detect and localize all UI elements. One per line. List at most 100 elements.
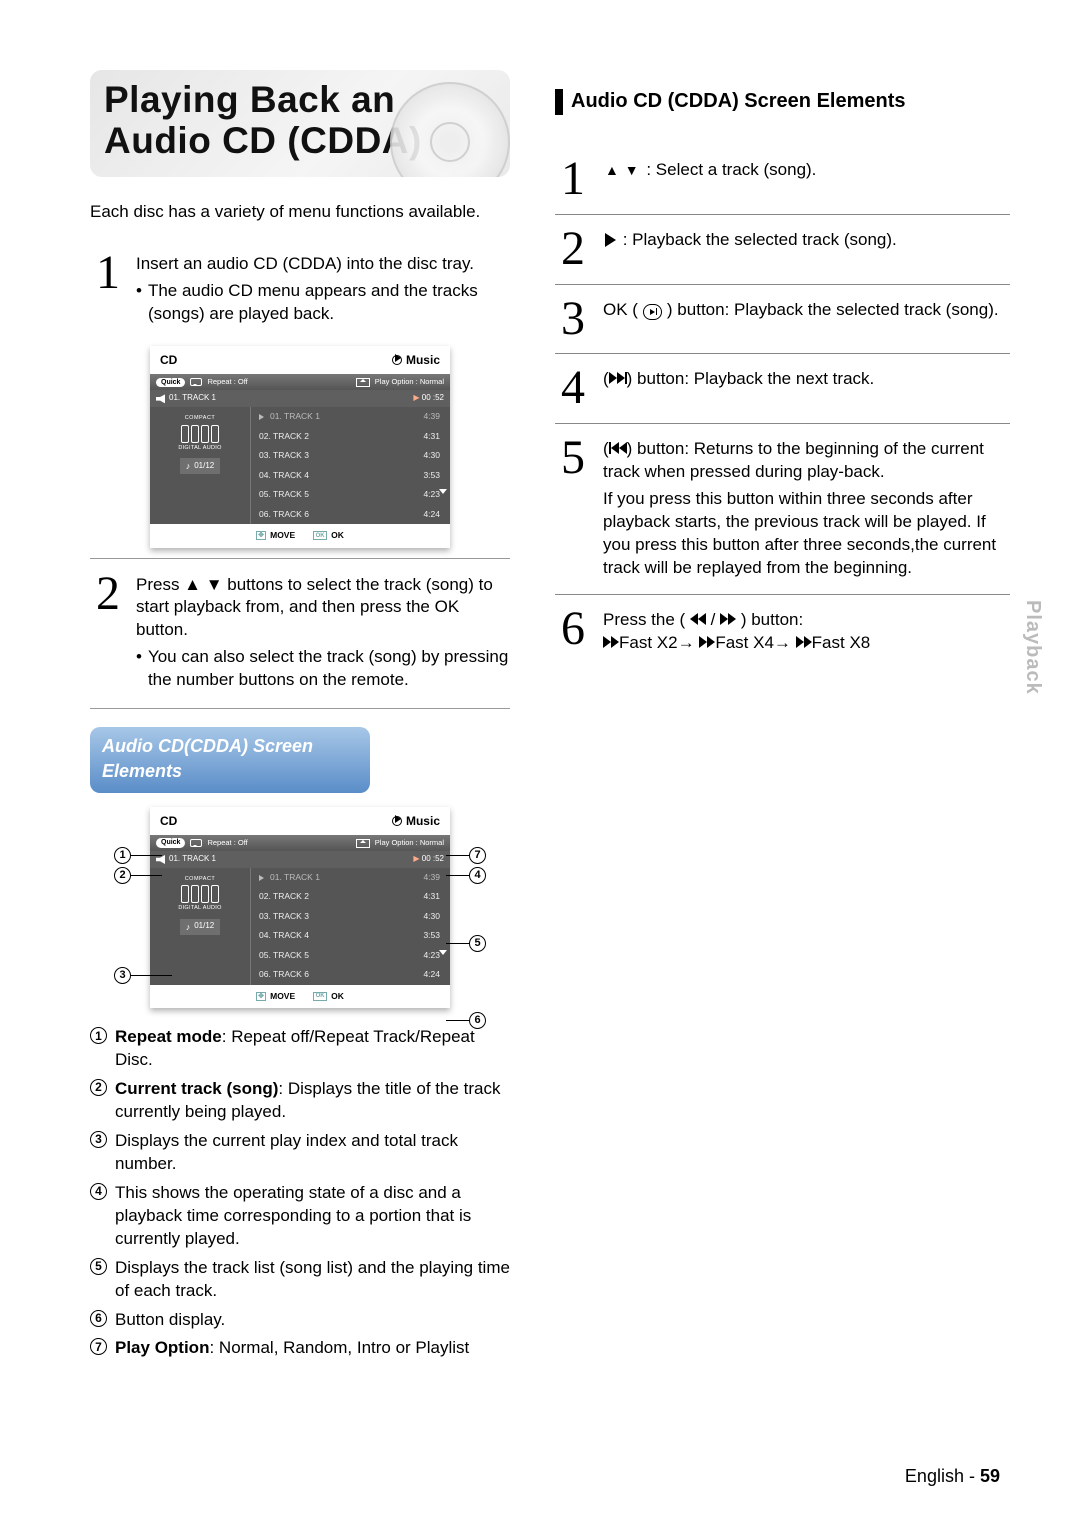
compact-disc-logo: COMPACT DIGITAL AUDIO bbox=[165, 876, 235, 913]
fastforward-icon bbox=[720, 613, 736, 625]
cd-hdr-left: CD bbox=[160, 352, 177, 368]
scroll-down-icon bbox=[439, 489, 447, 494]
scroll-down-icon bbox=[439, 950, 447, 955]
track-time: 4:24 bbox=[423, 969, 440, 980]
right-step-3: 3 OK ( ) button: Playback the selected t… bbox=[555, 285, 1010, 354]
track-name: 05. TRACK 5 bbox=[259, 950, 309, 961]
move-icon: ✥ bbox=[256, 992, 266, 1001]
repeat-label: Repeat : Off bbox=[207, 377, 247, 387]
rewind-icon bbox=[690, 613, 706, 625]
track-row: 03. TRACK 3 4:30 bbox=[251, 446, 450, 465]
fastforward-icon bbox=[796, 636, 812, 648]
callout-7: 7 bbox=[469, 847, 486, 864]
track-name: 04. TRACK 4 bbox=[259, 470, 309, 481]
heading-bar-icon bbox=[555, 89, 563, 115]
repeat-label: Repeat : Off bbox=[207, 838, 247, 848]
music-icon bbox=[392, 355, 402, 365]
next-track-icon bbox=[609, 372, 627, 384]
up-down-icon: ▲ ▼ bbox=[605, 161, 640, 180]
track-row: 01. TRACK 1 4:39 bbox=[251, 407, 450, 426]
legend-item-6: 6 Button display. bbox=[90, 1309, 510, 1332]
cd-hdr-right: Music bbox=[406, 352, 440, 368]
ok-icon: OK bbox=[313, 992, 327, 1001]
track-name: 02. TRACK 2 bbox=[259, 891, 309, 902]
side-tab-playback: Playback bbox=[1019, 600, 1046, 695]
move-icon: ✥ bbox=[256, 531, 266, 540]
track-row: 02. TRACK 2 4:31 bbox=[251, 887, 450, 906]
cd-hdr-left: CD bbox=[160, 813, 177, 829]
track-name: 06. TRACK 6 bbox=[259, 509, 309, 520]
track-row: 04. TRACK 4 3:53 bbox=[251, 926, 450, 945]
elapsed-time: 00 :52 bbox=[422, 393, 444, 402]
track-name: 05. TRACK 5 bbox=[259, 489, 309, 500]
track-row: 06. TRACK 6 4:24 bbox=[251, 965, 450, 984]
legend-item-3: 3 Displays the current play index and to… bbox=[90, 1130, 510, 1176]
track-name: 04. TRACK 4 bbox=[259, 930, 309, 941]
cd-hdr-right: Music bbox=[406, 813, 440, 829]
step2-bullet: You can also select the track (song) by … bbox=[136, 646, 510, 692]
right-step-1: 1 ▲ ▼ : Select a track (song). bbox=[555, 145, 1010, 214]
track-time: 4:23 bbox=[423, 950, 440, 961]
left-step-1: 1 Insert an audio CD (CDDA) into the dis… bbox=[90, 242, 510, 336]
track-time: 4:31 bbox=[423, 891, 440, 902]
quick-pill: Quick bbox=[156, 838, 185, 847]
callout-2: 2 bbox=[114, 867, 131, 884]
compact-disc-logo: COMPACT DIGITAL AUDIO bbox=[165, 415, 235, 452]
step1-text: Insert an audio CD (CDDA) into the disc … bbox=[136, 254, 474, 273]
track-time: 4:39 bbox=[423, 872, 440, 883]
ok-play-pause-icon bbox=[643, 304, 663, 320]
cd-screen-1: CD Music Quick Repeat : Off Play Option … bbox=[150, 346, 450, 547]
right-step-4: 4 () button: Playback the next track. bbox=[555, 354, 1010, 423]
play-icon bbox=[605, 233, 616, 247]
cd-screen-2: CD Music Quick Repeat : Off Play Option … bbox=[150, 807, 450, 1008]
legend-item-4: 4 This shows the operating state of a di… bbox=[90, 1182, 510, 1251]
ok-label: OK bbox=[331, 530, 344, 541]
right-heading: Audio CD (CDDA) Screen Elements bbox=[555, 88, 1010, 115]
move-label: MOVE bbox=[270, 530, 295, 541]
quick-pill: Quick bbox=[156, 378, 185, 387]
legend-item-1: 1 Repeat mode: Repeat off/Repeat Track/R… bbox=[90, 1026, 510, 1072]
track-row: 06. TRACK 6 4:24 bbox=[251, 505, 450, 524]
current-track: 01. TRACK 1 bbox=[169, 393, 216, 404]
legend-item-5: 5 Displays the track list (song list) an… bbox=[90, 1257, 510, 1303]
track-row: 05. TRACK 5 4:23 bbox=[251, 946, 450, 965]
speech-icon bbox=[190, 378, 202, 386]
track-row: 02. TRACK 2 4:31 bbox=[251, 427, 450, 446]
play-option: Play Option : Normal bbox=[375, 377, 444, 387]
track-name: 01. TRACK 1 bbox=[270, 411, 320, 422]
track-time: 4:30 bbox=[423, 911, 440, 922]
play-option: Play Option : Normal bbox=[375, 838, 444, 848]
step-number: 1 bbox=[90, 253, 126, 326]
page-title-box: Playing Back an Audio CD (CDDA) bbox=[90, 70, 510, 177]
track-name: 03. TRACK 3 bbox=[259, 911, 309, 922]
left-step-2: 2 Press ▲ ▼ buttons to select the track … bbox=[90, 563, 510, 703]
callout-5: 5 bbox=[469, 935, 486, 952]
track-time: 4:31 bbox=[423, 431, 440, 442]
track-name: 02. TRACK 2 bbox=[259, 431, 309, 442]
right-step-6: 6 Press the ( / ) button: Fast X2→ Fast … bbox=[555, 595, 1010, 669]
speaker-icon bbox=[156, 394, 165, 403]
fastforward-icon bbox=[699, 636, 715, 648]
legend-item-7: 7 Play Option: Normal, Random, Intro or … bbox=[90, 1337, 510, 1360]
ok-icon: OK bbox=[313, 531, 327, 540]
prev-track-icon bbox=[609, 442, 627, 454]
track-name: 06. TRACK 6 bbox=[259, 969, 309, 980]
speech-icon bbox=[190, 839, 202, 847]
play-index: ♪01/12 bbox=[180, 458, 221, 474]
tv-icon bbox=[356, 839, 370, 848]
cd-screen-2-wrap: 1 2 3 7 4 5 6 CD Music Quick Repeat : Of… bbox=[150, 807, 450, 1008]
step-number: 2 bbox=[90, 574, 126, 693]
track-row: 01. TRACK 1 4:39 bbox=[251, 868, 450, 887]
track-time: 4:30 bbox=[423, 450, 440, 461]
track-name: 01. TRACK 1 bbox=[270, 872, 320, 883]
right-step-5: 5 () button: Returns to the beginning of… bbox=[555, 424, 1010, 594]
speaker-icon bbox=[156, 855, 165, 864]
step2-text: Press ▲ ▼ buttons to select the track (s… bbox=[136, 575, 493, 640]
track-row: 05. TRACK 5 4:23 bbox=[251, 485, 450, 504]
music-icon bbox=[392, 816, 402, 826]
fastforward-icon bbox=[603, 636, 619, 648]
right-step-2: 2 : Playback the selected track (song). bbox=[555, 215, 1010, 284]
callout-4: 4 bbox=[469, 867, 486, 884]
screen-elements-heading: Audio CD(CDDA) Screen Elements bbox=[90, 727, 370, 793]
legend-item-2: 2 Current track (song): Displays the tit… bbox=[90, 1078, 510, 1124]
